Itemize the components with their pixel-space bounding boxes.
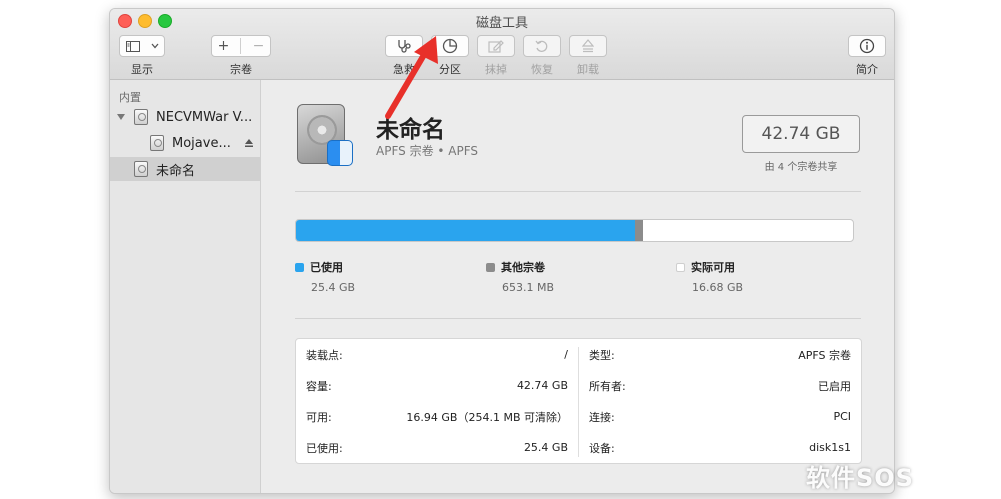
unmount-button[interactable]: [569, 35, 607, 57]
info-key: 已使用:: [306, 441, 343, 455]
sidebar-section-internal: 内置: [119, 91, 141, 104]
eject-icon[interactable]: [244, 138, 254, 148]
info-row-owners: 所有者: 已启用: [579, 370, 861, 401]
volume-size-note: 由 4 个宗卷共享: [764, 162, 838, 173]
legend-value: 25.4 GB: [311, 281, 356, 294]
unmount-label: 卸载: [577, 63, 599, 76]
info-value: APFS 宗卷: [798, 348, 851, 362]
legend-available: 实际可用 16.68 GB: [676, 259, 743, 294]
sidebar-item-untitled[interactable]: 未命名: [110, 157, 260, 181]
info-key: 类型:: [589, 348, 615, 362]
info-row-capacity: 容量: 42.74 GB: [296, 370, 578, 401]
usage-bar-used: [296, 220, 635, 241]
legend-swatch: [676, 263, 685, 272]
info-value: 16.94 GB（254.1 MB 可清除）: [406, 410, 568, 424]
info-label: 简介: [856, 63, 878, 76]
hard-disk-icon: [134, 109, 148, 125]
sidebar-item-label: 未命名: [156, 163, 196, 179]
add-volume-button[interactable]: +: [218, 38, 230, 54]
info-button[interactable]: [848, 35, 886, 57]
erase-button[interactable]: [477, 35, 515, 57]
info-key: 可用:: [306, 410, 332, 424]
sidebar-item-label: NECVMWar V...: [156, 109, 253, 125]
info-value: 42.74 GB: [516, 379, 568, 392]
divider: [295, 318, 861, 319]
legend-other-volumes: 其他宗卷 653.1 MB: [486, 259, 554, 294]
window-title: 磁盘工具: [475, 16, 528, 31]
restore-label: 恢复: [531, 63, 553, 76]
hard-disk-icon: [134, 161, 148, 177]
sidebar-item-label: Mojave...: [172, 135, 231, 151]
info-value: PCI: [833, 410, 851, 423]
info-column-right: 类型: APFS 宗卷 所有者: 已启用 连接: PCI 设备: disk1s1: [579, 339, 861, 463]
hard-disk-icon: [150, 135, 164, 151]
toolbar: 磁盘工具 显示 + − 宗卷 急救 分区 抹掉 恢复 卸载 简介: [110, 9, 894, 80]
sidebar: 内置 NECVMWar V... Mojave... 未命名: [110, 80, 261, 493]
info-column-left: 装载点: / 容量: 42.74 GB 可用: 16.94 GB（254.1 MB 可…: [296, 339, 578, 463]
info-row-used: 已使用: 25.4 GB: [296, 432, 578, 463]
info-key: 连接:: [589, 410, 615, 424]
usage-bar-other: [634, 220, 644, 241]
legend-used: 已使用 25.4 GB: [295, 259, 355, 294]
erase-label: 抹掉: [485, 63, 507, 76]
divider: [295, 191, 861, 192]
info-key: 所有者:: [589, 379, 626, 393]
sidebar-icon: [125, 40, 140, 52]
legend-label: 其他宗卷: [501, 261, 545, 274]
sidebar-item-mojave[interactable]: Mojave...: [110, 131, 260, 155]
watermark: 软件SOS: [806, 464, 914, 492]
info-key: 装载点:: [306, 348, 343, 362]
usage-bar: [295, 219, 854, 242]
info-key: 设备:: [589, 441, 615, 455]
view-button[interactable]: [119, 35, 165, 57]
volume-size: 42.74 GB: [742, 115, 860, 153]
legend-label: 实际可用: [691, 261, 735, 274]
info-row-type: 类型: APFS 宗卷: [579, 339, 861, 370]
remove-volume-button[interactable]: −: [253, 38, 265, 54]
legend-value: 16.68 GB: [692, 281, 744, 294]
sidebar-item-disk[interactable]: NECVMWar V...: [110, 105, 260, 129]
info-row-available: 可用: 16.94 GB（254.1 MB 可清除）: [296, 401, 578, 432]
info-row-mount-point: 装载点: /: [296, 339, 578, 370]
main-panel: 未命名 APFS 宗卷 • APFS 42.74 GB 由 4 个宗卷共享 已使…: [261, 80, 894, 493]
info-value: /: [564, 348, 568, 361]
volume-segment: + −: [211, 35, 271, 57]
eject-icon: [582, 39, 594, 53]
info-value: 已启用: [818, 379, 851, 393]
restore-button[interactable]: [523, 35, 561, 57]
undo-icon: [535, 40, 548, 52]
info-value: 25.4 GB: [523, 441, 568, 454]
info-value: disk1s1: [809, 441, 851, 454]
disclosure-triangle-icon[interactable]: [116, 113, 126, 121]
legend-swatch: [295, 263, 304, 272]
info-table: 装载点: / 容量: 42.74 GB 可用: 16.94 GB（254.1 MB 可…: [295, 338, 862, 464]
volume-subtitle: APFS 宗卷 • APFS: [376, 144, 479, 158]
info-row-connection: 连接: PCI: [579, 401, 861, 432]
pencil-edit-icon: [488, 40, 504, 53]
view-label: 显示: [131, 63, 153, 76]
legend-value: 653.1 MB: [502, 281, 555, 294]
legend-label: 已使用: [310, 261, 343, 274]
annotation-arrow-icon: [385, 36, 438, 119]
segment-divider: [240, 38, 242, 54]
chevron-down-icon: [151, 43, 158, 49]
volume-label: 宗卷: [230, 63, 252, 76]
legend-swatch: [486, 263, 495, 272]
info-key: 容量:: [306, 379, 332, 393]
info-icon: [859, 38, 875, 54]
disk-utility-window: 磁盘工具 显示 + − 宗卷 急救 分区 抹掉 恢复 卸载 简介 内置 NECV…: [109, 8, 895, 494]
finder-icon: [327, 140, 353, 166]
